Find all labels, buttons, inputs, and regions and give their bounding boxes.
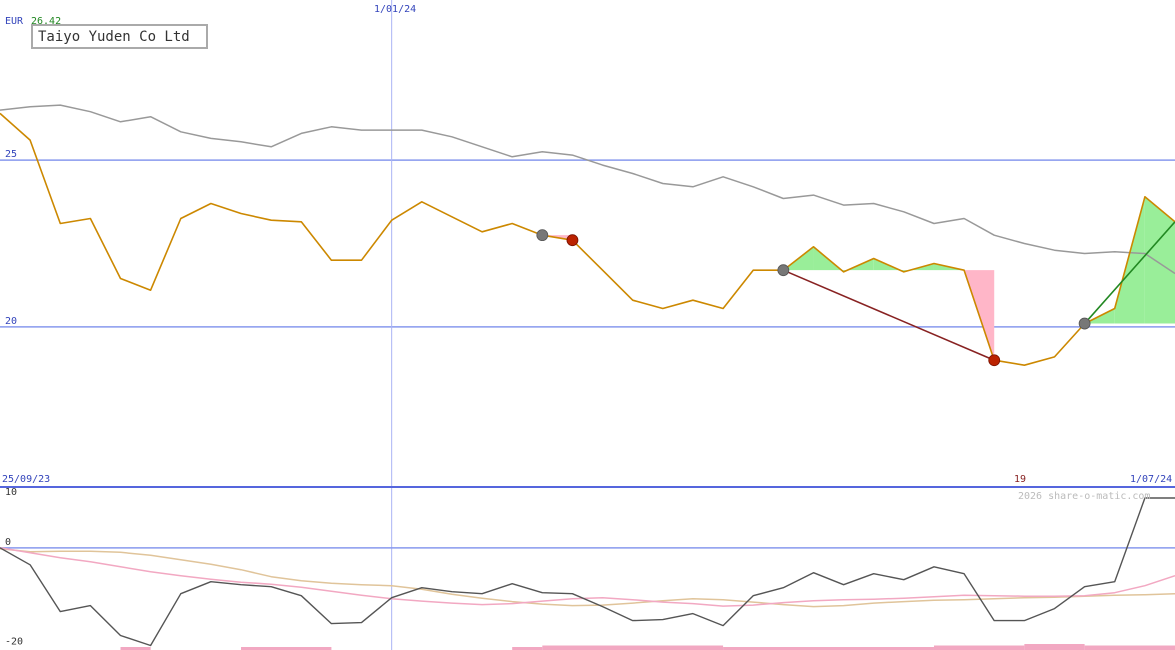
company-title-box: Taiyo Yuden Co Ltd <box>31 24 208 49</box>
oscillator-line-main <box>0 497 1175 647</box>
oscillator-tick-label: -20 <box>5 637 23 648</box>
date-mid-label: 1/01/24 <box>374 4 416 15</box>
price-tick-label: 25 <box>5 149 17 160</box>
signal-point-grey <box>536 229 549 242</box>
oscillator-tick-label: 10 <box>5 487 17 498</box>
average-line <box>0 104 1175 275</box>
signal-fill <box>1144 196 1175 324</box>
axis-labels: EUR 26.42 1/01/24 25/09/23 1/07/24 19 20… <box>2 4 1172 502</box>
stock-chart-svg: 20 25 10 0 -20 EUR 26.42 1/01/24 25/09/23 1/… <box>0 0 1175 650</box>
date-start-label: 25/09/23 <box>2 474 50 485</box>
signal-line-down <box>783 269 995 361</box>
oscillator-bar <box>542 645 724 650</box>
signal-point-grey <box>777 264 790 277</box>
signal-point-red <box>566 234 579 247</box>
oscillator-line-pink <box>0 547 1175 607</box>
currency-label: EUR <box>5 16 24 27</box>
chart-stage: 20 25 10 0 -20 EUR 26.42 1/01/24 25/09/23 1/… <box>0 0 1175 650</box>
average-line-group <box>0 104 1175 275</box>
signal-point-grey <box>1078 317 1091 330</box>
price-tick-label: 20 <box>5 316 17 327</box>
oscillator-group <box>0 497 1175 650</box>
signal-fills <box>542 196 1175 361</box>
copyright-label: 2026 share-o-matic.com <box>1018 491 1150 502</box>
oscillator-bar <box>933 645 1025 650</box>
company-title: Taiyo Yuden Co Ltd <box>38 29 190 45</box>
grid-lines: 20 25 10 0 -20 <box>0 0 1175 650</box>
signal-marker-label: 19 <box>1014 474 1026 485</box>
oscillator-bar <box>1024 644 1085 650</box>
oscillator-tick-label: 0 <box>5 537 11 548</box>
date-end-label: 1/07/24 <box>1130 474 1172 485</box>
oscillator-bar <box>1084 645 1175 650</box>
signal-point-red <box>988 354 1001 367</box>
